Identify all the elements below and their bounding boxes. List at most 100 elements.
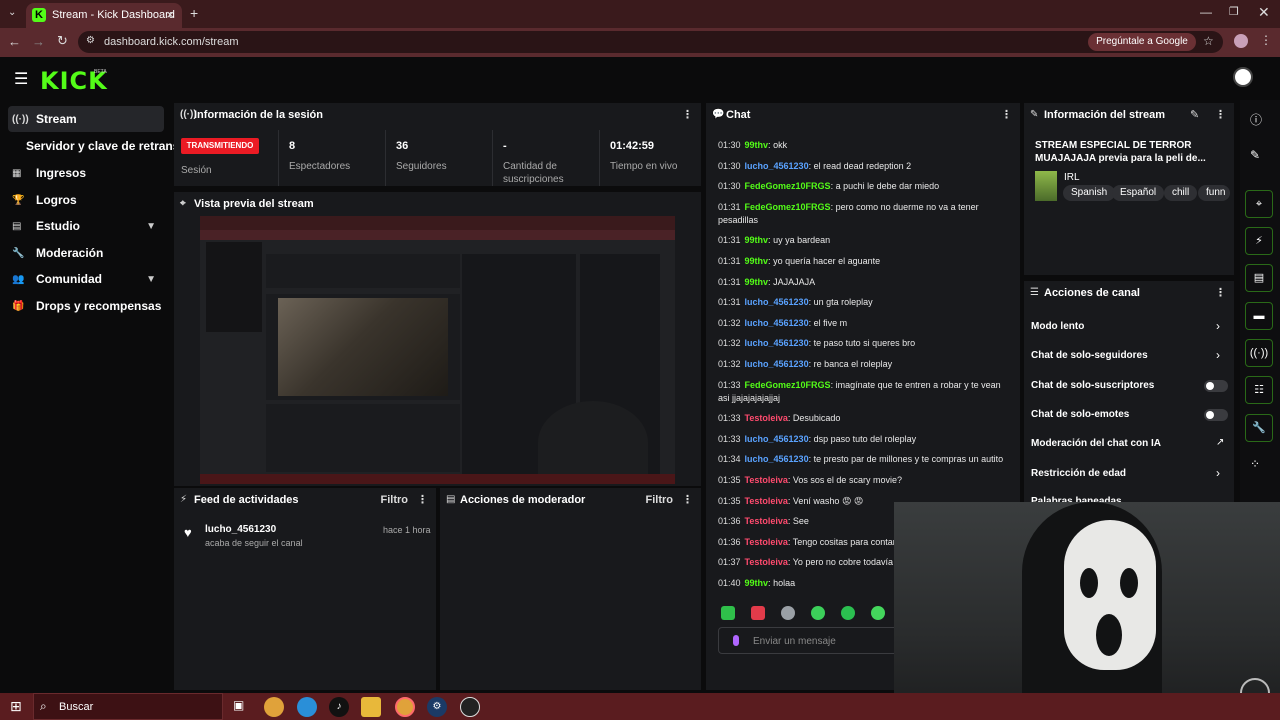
document-icon[interactable]: ▤: [1245, 264, 1273, 292]
chat-username[interactable]: FedeGomez10FRGS: [745, 181, 831, 191]
chat-username[interactable]: Testoleiva: [745, 516, 788, 526]
chrome-icon[interactable]: [264, 697, 284, 717]
broadcast-icon[interactable]: ((·)): [1245, 339, 1273, 367]
chat-username[interactable]: FedeGomez10FRGS: [745, 380, 831, 390]
sidebar-item-server-key[interactable]: Servidor y clave de retransm: [20, 133, 190, 159]
emote-icon[interactable]: [811, 606, 825, 620]
target-icon[interactable]: ⌖: [1245, 190, 1273, 218]
sidebar-item-estudio[interactable]: ▤ Estudio ▼: [8, 213, 164, 239]
chat-username[interactable]: lucho_4561230: [745, 318, 809, 328]
emote-icon[interactable]: [871, 606, 885, 620]
profile-avatar[interactable]: [1234, 34, 1248, 48]
subscribers-only-toggle[interactable]: [1204, 380, 1228, 392]
more-options-icon[interactable]: ⋮: [1215, 286, 1226, 299]
restore-icon[interactable]: ❐: [1229, 5, 1239, 18]
more-options-icon[interactable]: ⋮: [1001, 108, 1012, 121]
hamburger-menu-icon[interactable]: ☰: [14, 69, 28, 89]
pencil-icon[interactable]: ✎: [1250, 148, 1260, 162]
filter-button[interactable]: Filtro: [646, 494, 674, 506]
chat-username[interactable]: Testoleiva: [745, 413, 788, 423]
emote-icon[interactable]: [841, 606, 855, 620]
browser-tab[interactable]: K Stream - Kick Dashboard ×: [26, 3, 182, 28]
url-field[interactable]: ⚙ dashboard.kick.com/stream: [78, 31, 1223, 53]
filter-button[interactable]: Filtro: [381, 494, 409, 506]
taskbar-search[interactable]: ⌕ Buscar: [33, 693, 223, 720]
chat-username[interactable]: Testoleiva: [745, 537, 788, 547]
back-icon[interactable]: ←: [8, 34, 21, 49]
chat-username[interactable]: FedeGomez10FRGS: [745, 202, 831, 212]
info-icon[interactable]: ⓘ: [1250, 111, 1262, 128]
chat-username[interactable]: lucho_4561230: [745, 454, 809, 464]
sidebar-item-moderacion[interactable]: 🔧 Moderación: [8, 240, 164, 266]
user-avatar[interactable]: [1233, 67, 1253, 87]
chat-username[interactable]: 99thv: [745, 277, 769, 287]
more-options-icon[interactable]: ⋮: [682, 108, 693, 121]
chat-username[interactable]: lucho_4561230: [745, 338, 809, 348]
action-age-restriction[interactable]: Restricción de edad: [1031, 468, 1126, 479]
close-window-icon[interactable]: ✕: [1258, 4, 1270, 21]
wrench-icon[interactable]: 🔧: [1245, 414, 1273, 442]
stream-preview-video[interactable]: [200, 216, 675, 484]
bookmark-star-icon[interactable]: ☆: [1203, 34, 1214, 48]
chevron-right-icon[interactable]: ›: [1216, 348, 1220, 362]
chrome-active-icon[interactable]: [395, 697, 415, 717]
tab-search-icon[interactable]: ⌄: [8, 7, 16, 18]
browser-menu-icon[interactable]: ⋮: [1260, 33, 1272, 47]
emotes-only-toggle[interactable]: [1204, 409, 1228, 421]
edge-icon[interactable]: [297, 697, 317, 717]
chat-message-input[interactable]: Enviar un mensaje: [718, 627, 908, 654]
chat-username[interactable]: lucho_4561230: [745, 359, 809, 369]
chat-username[interactable]: lucho_4561230: [745, 297, 809, 307]
site-info-icon[interactable]: ⚙: [86, 35, 95, 46]
sidebar-item-ingresos[interactable]: ▦ Ingresos: [8, 160, 164, 186]
forward-icon[interactable]: →: [32, 34, 45, 49]
chat-username[interactable]: 99thv: [745, 235, 769, 245]
chat-username[interactable]: 99thv: [745, 256, 769, 266]
chat-username[interactable]: lucho_4561230: [745, 161, 809, 171]
bolt-icon[interactable]: ⚡: [1245, 227, 1273, 255]
sidebar-item-comunidad[interactable]: 👥 Comunidad ▼: [8, 266, 164, 292]
file-explorer-icon[interactable]: [361, 697, 381, 717]
chevron-down-icon[interactable]: ▼: [146, 221, 156, 232]
chat-username[interactable]: Testoleiva: [745, 557, 788, 567]
emote-icon[interactable]: [751, 606, 765, 620]
chevron-right-icon[interactable]: ›: [1216, 319, 1220, 333]
more-options-icon[interactable]: ⋮: [1215, 108, 1226, 121]
ask-google-button[interactable]: Pregúntale a Google: [1088, 33, 1196, 51]
tiktok-icon[interactable]: ♪: [329, 697, 349, 717]
action-followers-only[interactable]: Chat de solo-seguidores: [1031, 350, 1148, 361]
steam-icon[interactable]: ⚙: [427, 697, 447, 717]
action-slow-mode[interactable]: Modo lento: [1031, 321, 1084, 332]
add-widget-icon[interactable]: ⁘: [1250, 457, 1260, 471]
sidebar-item-stream[interactable]: ((·)) Stream: [8, 106, 164, 132]
chevron-down-icon[interactable]: ▼: [146, 274, 156, 285]
edit-icon[interactable]: ✎: [1190, 108, 1199, 121]
chat-username[interactable]: 99thv: [745, 140, 769, 150]
action-ai-moderation[interactable]: Moderación del chat con IA: [1031, 438, 1161, 449]
chat-icon[interactable]: ▬: [1245, 302, 1273, 330]
task-view-icon[interactable]: ▣: [233, 698, 244, 712]
sidebar-item-logros[interactable]: 🏆 Logros: [8, 187, 164, 213]
sidebar-item-drops[interactable]: 🎁 Drops y recompensas: [8, 293, 164, 319]
feed-user[interactable]: lucho_4561230: [205, 524, 276, 535]
category-thumbnail[interactable]: [1035, 171, 1057, 201]
more-options-icon[interactable]: ⋮: [417, 493, 428, 506]
emote-icon[interactable]: [721, 606, 735, 620]
reload-icon[interactable]: ↻: [57, 33, 68, 49]
more-options-icon[interactable]: ⋮: [682, 493, 693, 506]
category-name[interactable]: IRL: [1064, 172, 1080, 183]
chat-username[interactable]: lucho_4561230: [745, 434, 809, 444]
new-tab-icon[interactable]: +: [190, 5, 198, 21]
chevron-right-icon[interactable]: ›: [1216, 466, 1220, 480]
microphone-icon[interactable]: [733, 635, 739, 646]
emote-icon[interactable]: [781, 606, 795, 620]
chat-username[interactable]: Testoleiva: [745, 496, 788, 506]
close-tab-icon[interactable]: ×: [166, 7, 174, 22]
minimize-icon[interactable]: —: [1200, 5, 1212, 19]
layout-icon[interactable]: ☷: [1245, 376, 1273, 404]
obs-icon[interactable]: [460, 697, 480, 717]
chat-username[interactable]: Testoleiva: [745, 475, 788, 485]
chat-username[interactable]: 99thv: [745, 578, 769, 588]
windows-start-icon[interactable]: ⊞: [10, 698, 22, 715]
external-link-icon[interactable]: ↗: [1216, 437, 1224, 448]
